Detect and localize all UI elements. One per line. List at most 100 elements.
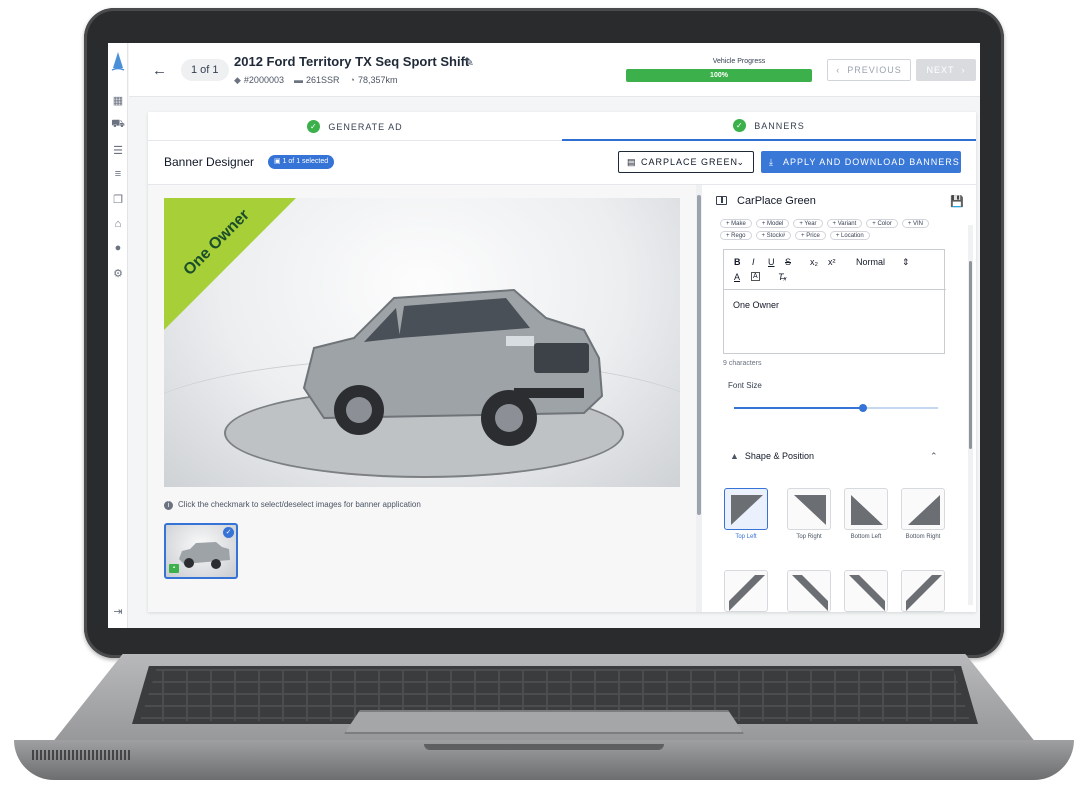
edit-pencil-icon[interactable]: ✎ bbox=[464, 55, 474, 69]
touchpad bbox=[344, 710, 744, 734]
save-icon[interactable]: 💾 bbox=[950, 195, 964, 208]
shape-label-bottom-left: Bottom Left bbox=[850, 534, 882, 540]
laptop-frame: ▦ ⛟ ☰ ≡ ❐ ⌂ ● ⚙ ⇥ ← 1 of 1 2012 Ford Ter… bbox=[0, 0, 1088, 792]
token-chip[interactable]: + Location bbox=[829, 231, 870, 240]
vehicle-image bbox=[302, 288, 604, 446]
slider-knob[interactable] bbox=[858, 404, 867, 412]
token-chip[interactable]: + Model bbox=[755, 219, 790, 228]
background-color-icon[interactable]: A bbox=[751, 272, 760, 281]
token-chips: + Make + Model + Year + Variant + Color + VIN… bbox=[720, 219, 950, 240]
app-screen: ▦ ⛟ ☰ ≡ ❐ ⌂ ● ⚙ ⇥ ← 1 of 1 2012 Ford Ter… bbox=[108, 43, 980, 628]
token-chip[interactable]: + Rego bbox=[720, 231, 752, 240]
thumbnail-check-icon[interactable]: ✓ bbox=[223, 527, 234, 538]
sidebar: ▦ ⛟ ☰ ≡ ❐ ⌂ ● ⚙ ⇥ bbox=[108, 43, 128, 628]
shape-stripe-bottom-right[interactable] bbox=[901, 570, 945, 612]
copy-icon[interactable]: ❐ bbox=[111, 192, 125, 206]
laptop-base bbox=[14, 654, 1074, 782]
step-tabs: ✓ GENERATE AD ✓ BANNERS bbox=[148, 112, 976, 141]
shape-bottom-left[interactable] bbox=[844, 488, 888, 530]
select-arrows-icon[interactable]: ⇕ bbox=[902, 257, 910, 268]
bold-icon[interactable]: B bbox=[734, 257, 741, 267]
chevron-up-icon[interactable]: ⌃ bbox=[930, 451, 938, 462]
text-color-icon[interactable]: A bbox=[734, 272, 740, 282]
tab-banners[interactable]: ✓ BANNERS bbox=[562, 112, 976, 141]
token-chip[interactable]: + Color bbox=[866, 219, 898, 228]
token-chip[interactable]: + Stock# bbox=[755, 231, 792, 240]
shapes-icon: ▲ bbox=[730, 451, 739, 461]
thumbnail-vehicle-image bbox=[179, 542, 230, 569]
shape-label-top-left: Top Left bbox=[735, 534, 757, 540]
vehicle-meta: ◆ #2000003 ▬ 261SSR ◔ 78,357km bbox=[234, 75, 397, 86]
token-chip[interactable]: + VIN bbox=[901, 219, 929, 228]
settings-icon[interactable]: ⚙ bbox=[111, 266, 125, 280]
superscript-icon[interactable]: x² bbox=[828, 257, 836, 267]
editor-toolbar: B I U S x₂ x² Normal ⇕ A A T̶ₓ bbox=[724, 250, 946, 290]
shape-stripe-top-left[interactable] bbox=[724, 570, 768, 612]
format-select[interactable]: Normal bbox=[856, 257, 885, 267]
clear-format-icon[interactable]: T̶ₓ bbox=[778, 272, 787, 282]
token-chip[interactable]: + Price bbox=[795, 231, 826, 240]
banner-applied-icon: ▪ bbox=[169, 564, 179, 573]
info-icon: i bbox=[164, 501, 173, 510]
strike-icon[interactable]: S bbox=[785, 257, 791, 267]
odometer: ◔ 78,357km bbox=[349, 75, 398, 85]
main-panel: ✓ GENERATE AD ✓ BANNERS Banner Designer … bbox=[148, 112, 976, 612]
sidebar-toggle-icon[interactable] bbox=[716, 196, 727, 205]
chevron-left-icon: ‹ bbox=[836, 65, 841, 75]
garage-icon[interactable]: ⌂ bbox=[111, 217, 125, 231]
logout-icon[interactable]: ⇥ bbox=[111, 604, 125, 618]
car-icon[interactable]: ⛟ bbox=[111, 118, 125, 132]
speaker-grille bbox=[32, 750, 132, 760]
vehicle-title: 2012 Ford Territory TX Seq Sport Shift bbox=[234, 54, 470, 69]
shape-label-bottom-right: Bottom Right bbox=[905, 534, 941, 540]
users-icon[interactable]: ● bbox=[111, 241, 125, 255]
font-size-slider[interactable] bbox=[734, 404, 938, 412]
preset-title: CarPlace Green bbox=[737, 195, 816, 207]
preset-dropdown[interactable]: ▤ CARPLACE GREEN ⌄ bbox=[618, 151, 754, 173]
image-icon: ▣ bbox=[274, 158, 281, 165]
shape-top-left[interactable] bbox=[724, 488, 768, 530]
token-chip[interactable]: + Variant bbox=[826, 219, 863, 228]
apply-download-button[interactable]: ⤓ APPLY AND DOWNLOAD BANNERS bbox=[761, 151, 961, 173]
progress-label: Vehicle Progress bbox=[712, 58, 766, 65]
token-chip[interactable]: + Make bbox=[720, 219, 752, 228]
progress-fill: 100% bbox=[626, 69, 812, 82]
back-arrow-icon[interactable]: ← bbox=[152, 62, 167, 79]
top-bar: ← 1 of 1 2012 Ford Territory TX Seq Spor… bbox=[129, 43, 980, 97]
editor-content[interactable]: One Owner bbox=[733, 300, 779, 310]
listing-icon[interactable]: ☰ bbox=[111, 143, 125, 157]
stock-number: ◆ #2000003 bbox=[234, 75, 284, 85]
shape-position-header[interactable]: ▲ Shape & Position bbox=[730, 451, 814, 461]
banner-text-editor: B I U S x₂ x² Normal ⇕ A A T̶ₓ One Owner bbox=[723, 249, 946, 354]
token-chip[interactable]: + Year bbox=[793, 219, 823, 228]
italic-icon[interactable]: I bbox=[752, 257, 755, 267]
tab-generate-ad[interactable]: ✓ GENERATE AD bbox=[148, 112, 562, 141]
font-size-label: Font Size bbox=[728, 381, 762, 390]
shape-top-right[interactable] bbox=[787, 488, 831, 530]
selected-count-badge: ▣ 1 of 1 selected bbox=[268, 155, 335, 169]
shape-bottom-right[interactable] bbox=[901, 488, 945, 530]
preview-scrollbar[interactable] bbox=[696, 185, 702, 612]
download-icon: ⤓ bbox=[769, 157, 774, 167]
check-circle-icon: ✓ bbox=[733, 119, 747, 132]
chevron-down-icon: ⌄ bbox=[736, 157, 745, 167]
check-circle-icon: ✓ bbox=[307, 120, 321, 133]
shape-stripe-top-right[interactable] bbox=[787, 570, 831, 612]
pager-badge: 1 of 1 bbox=[181, 59, 229, 81]
previous-button[interactable]: ‹ PREVIOUS bbox=[827, 59, 911, 81]
preview-area: One Owner i Click the checkmark to select… bbox=[148, 185, 696, 612]
banner-designer-title: Banner Designer bbox=[164, 155, 255, 169]
stack-icon[interactable]: ≡ bbox=[111, 167, 125, 181]
editor-scrollbar[interactable] bbox=[968, 225, 973, 605]
tag-icon: ◆ bbox=[234, 75, 241, 85]
shape-stripe-bottom-left[interactable] bbox=[844, 570, 888, 612]
underline-icon[interactable]: U bbox=[768, 257, 775, 267]
image-thumbnail[interactable]: ✓ ▪ bbox=[164, 523, 238, 579]
dashboard-icon[interactable]: ▦ bbox=[111, 93, 125, 107]
next-button[interactable]: NEXT › bbox=[916, 59, 976, 81]
subscript-icon[interactable]: x₂ bbox=[810, 257, 818, 267]
shape-label-top-right: Top Right bbox=[796, 534, 822, 540]
document-icon: ▤ bbox=[627, 157, 637, 167]
vehicle-progress-bar: 100% bbox=[626, 69, 812, 82]
gauge-icon: ◔ bbox=[349, 75, 355, 85]
